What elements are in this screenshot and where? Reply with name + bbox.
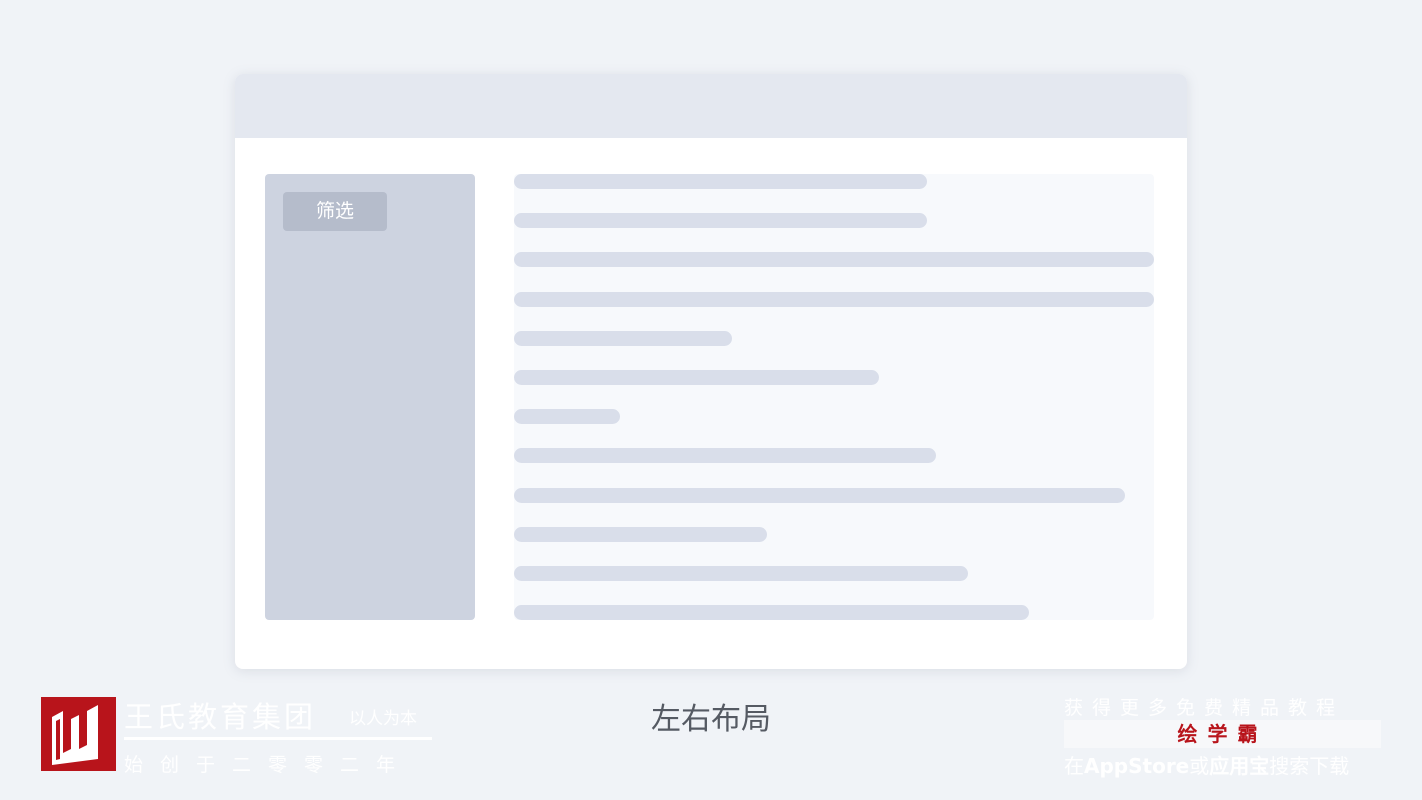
promo-bottom-suffix: 搜索下载	[1269, 754, 1350, 778]
skeleton-line	[514, 409, 620, 424]
skeleton-line	[514, 527, 767, 542]
skeleton-line	[514, 370, 879, 385]
wang-logo-icon	[41, 697, 116, 771]
skeleton-line	[514, 448, 936, 463]
window-header	[235, 74, 1187, 138]
skeleton-line	[514, 488, 1125, 503]
promo-brand-bar: 绘学霸	[1064, 720, 1381, 748]
promo-bottom-or: 或	[1189, 754, 1210, 778]
skeleton-line	[514, 213, 927, 228]
org-slogan: 以人为本	[349, 709, 417, 729]
org-founded: 始创于二零零二年	[124, 754, 413, 776]
promo-store2: 应用宝	[1209, 754, 1270, 778]
promo-bottom-line: 在AppStore或应用宝搜索下载	[1064, 750, 1349, 779]
skeleton-line	[514, 174, 927, 189]
app-window: 筛选	[235, 74, 1187, 669]
skeleton-line	[514, 292, 1154, 307]
filter-sidebar: 筛选	[265, 174, 475, 620]
org-name: 王氏教育集团	[124, 700, 317, 734]
promo-store1: AppStore	[1084, 754, 1190, 778]
org-divider	[124, 737, 432, 740]
promo-top-line: 获得更多免费精品教程	[1064, 697, 1345, 719]
promo-bottom-prefix: 在	[1064, 754, 1084, 778]
skeleton-line	[514, 331, 732, 346]
filter-button[interactable]: 筛选	[283, 192, 387, 231]
promo-brand: 绘学霸	[1177, 722, 1268, 746]
skeleton-line	[514, 566, 968, 581]
content-area	[514, 174, 1154, 620]
skeleton-line	[514, 605, 1029, 620]
skeleton-line	[514, 252, 1154, 267]
